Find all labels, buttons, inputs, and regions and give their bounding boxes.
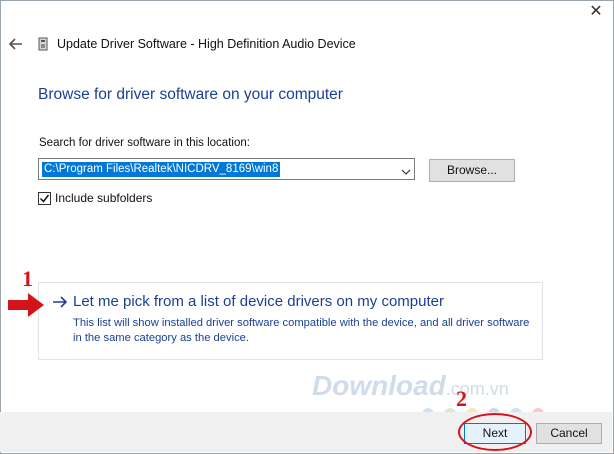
driver-path-value[interactable]: C:\Program Files\Realtek\NICDRV_8169\win… — [42, 162, 281, 177]
include-subfolders-label[interactable]: Include subfolders — [55, 191, 152, 205]
dialog-window — [0, 0, 614, 454]
driver-path-combobox[interactable]: C:\Program Files\Realtek\NICDRV_8169\win… — [38, 158, 415, 180]
watermark-logo: Download.com.vn — [312, 370, 509, 402]
include-subfolders-checkbox[interactable] — [38, 192, 51, 205]
cancel-button[interactable]: Cancel — [536, 423, 602, 444]
chevron-down-icon[interactable] — [401, 164, 411, 175]
close-button[interactable]: ✕ — [586, 2, 606, 22]
back-arrow-icon[interactable] — [8, 36, 24, 52]
watermark-text: Download — [312, 370, 446, 401]
page-heading: Browse for driver software on your compu… — [38, 86, 343, 103]
pick-from-list-link[interactable]: Let me pick from a list of device driver… — [73, 293, 444, 310]
arrow-right-icon — [51, 294, 69, 310]
red-pointer-arrow-icon — [6, 290, 46, 320]
step-1-marker: 1 — [22, 266, 33, 291]
pick-from-list-description: This list will show installed driver sof… — [73, 317, 530, 344]
device-icon — [38, 37, 48, 51]
step-2-marker: 2 — [456, 386, 467, 411]
window-title: Update Driver Software - High Definition… — [57, 37, 356, 51]
search-location-label: Search for driver software in this locat… — [39, 137, 250, 149]
next-highlight-circle — [458, 413, 532, 451]
browse-button[interactable]: Browse... — [429, 159, 515, 182]
